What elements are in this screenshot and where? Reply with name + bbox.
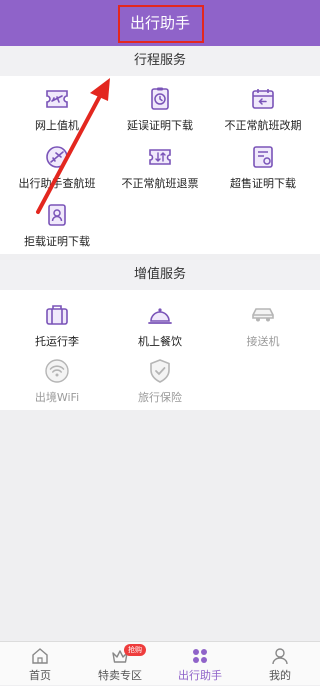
boarding-pass-plane-icon xyxy=(46,90,68,108)
home-icon xyxy=(32,648,48,664)
service-label: 拒载证明下载 xyxy=(24,235,90,248)
tab-home[interactable]: 首页 xyxy=(0,642,80,686)
value-added-services-grid: 托运行李 机上餐饮 接送机 出境WiFi 旅行保险 xyxy=(0,290,320,410)
service-delay-certificate[interactable]: 延误证明下载 xyxy=(107,86,213,133)
service-label: 机上餐饮 xyxy=(138,335,182,348)
service-flight-reschedule[interactable]: 不正常航班改期 xyxy=(210,86,316,133)
service-label: 托运行李 xyxy=(35,335,79,348)
section-title-value-added: 增值服务 xyxy=(0,260,320,290)
flight-search-icon xyxy=(46,146,68,168)
service-online-checkin[interactable]: 网上值机 xyxy=(4,86,110,133)
header-bar: 出行助手 xyxy=(0,0,320,46)
suitcase-icon xyxy=(46,305,68,325)
oversale-certificate-icon xyxy=(253,146,273,168)
service-oversale-certificate[interactable]: 超售证明下载 xyxy=(210,144,316,191)
service-label: 超售证明下载 xyxy=(230,177,296,190)
sale-badge: 抢购 xyxy=(124,644,146,656)
calendar-change-icon xyxy=(252,89,274,109)
car-icon xyxy=(252,308,274,322)
trip-services-grid: 网上值机 延误证明下载 不正常航班改期 出行助手查航班 不正常航班退票 超售证明… xyxy=(0,76,320,254)
service-checked-baggage[interactable]: 托运行李 xyxy=(4,302,110,349)
tab-travel-assistant[interactable]: 出行助手 xyxy=(160,642,240,686)
service-label: 不正常航班改期 xyxy=(224,119,302,132)
service-label: 接送机 xyxy=(246,335,280,348)
service-label: 延误证明下载 xyxy=(127,119,193,132)
title-highlight-box xyxy=(118,5,204,43)
bottom-tab-bar: 首页 特卖专区 抢购 出行助手 我的 xyxy=(0,641,320,685)
wifi-icon xyxy=(45,359,69,383)
ticket-refund-icon xyxy=(149,149,171,165)
tab-label: 特卖专区 xyxy=(98,669,142,682)
grid-dots-icon xyxy=(193,649,207,663)
service-label: 网上值机 xyxy=(35,119,79,132)
service-outbound-wifi[interactable]: 出境WiFi xyxy=(4,358,110,405)
tab-special-sale[interactable]: 特卖专区 抢购 xyxy=(80,642,160,686)
service-label: 不正常航班退票 xyxy=(121,177,199,190)
denied-boarding-badge-icon xyxy=(48,204,66,226)
shield-check-icon xyxy=(150,359,170,383)
service-inflight-meal[interactable]: 机上餐饮 xyxy=(107,302,213,349)
service-travel-insurance[interactable]: 旅行保险 xyxy=(107,358,213,405)
service-flight-refund[interactable]: 不正常航班退票 xyxy=(107,144,213,191)
clock-certificate-icon xyxy=(151,87,169,110)
section-title-trip: 行程服务 xyxy=(0,46,320,76)
service-airport-transfer[interactable]: 接送机 xyxy=(210,302,316,349)
person-icon xyxy=(272,648,288,665)
tab-label: 我的 xyxy=(269,669,291,682)
service-denied-boarding-certificate[interactable]: 拒载证明下载 xyxy=(4,202,110,249)
service-flight-status[interactable]: 出行助手查航班 xyxy=(4,144,110,191)
tab-mine[interactable]: 我的 xyxy=(240,642,320,686)
tab-label: 出行助手 xyxy=(178,669,222,682)
meal-cloche-icon xyxy=(148,308,172,324)
service-label: 出境WiFi xyxy=(34,391,80,404)
service-label: 出行助手查航班 xyxy=(18,177,96,190)
service-label: 旅行保险 xyxy=(138,391,182,404)
tab-label: 首页 xyxy=(29,669,51,682)
